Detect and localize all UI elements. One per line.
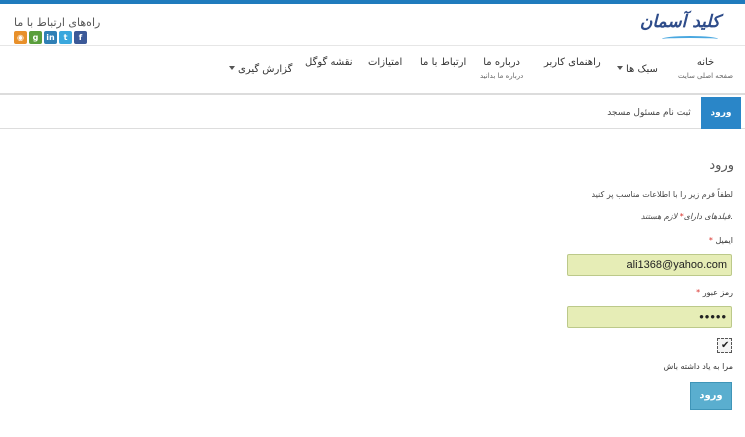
tab-login[interactable]: ورود [701,97,741,129]
chevron-down-icon [617,65,623,70]
facebook-icon[interactable]: f [74,31,87,44]
nav-item-reports[interactable]: گزارش گیری [229,57,292,76]
password-field[interactable]: ••••• [567,306,732,328]
nav-item-styles[interactable]: سبک ها [617,57,658,76]
logo-text: کلید آسمان [639,12,720,32]
nav-item-about[interactable]: درباره ما درباره ما بدانید [480,57,523,80]
nav-item-label: گزارش گیری [238,64,293,75]
nav-item-label: سبک ها [626,64,658,75]
remember-me-label: مرا به یاد داشته باش [663,362,733,371]
nav-item-label: امتیازات [368,57,403,68]
nav-item-google-map[interactable]: نقشه گوگل [305,57,353,68]
nav-item-label: خانه [696,57,715,68]
password-label: * رمز عبور [696,288,733,297]
nav-item-points[interactable]: امتیازات [368,57,402,68]
email-label: * ایمیل [709,236,733,245]
email-label-text: ایمیل [715,236,733,245]
nav-item-label: درباره ما [483,57,521,68]
logo-swoosh [662,36,718,42]
rss-icon[interactable]: ◉ [14,31,27,44]
contact-title: راه‌های ارتباط با ما [14,16,101,29]
main-nav: خانه صفحه اصلی سایت سبک ها راهنمای کاربر… [0,47,745,95]
site-header: راه‌های ارتباط با ما ◉ g in t f کلید آسم… [0,4,745,46]
page-title: ورود [709,158,734,173]
site-logo[interactable]: کلید آسمان [640,10,720,44]
password-label-text: رمز عبور [702,288,733,297]
checkmark-icon: ✔ [721,340,730,351]
required-star: * [708,236,713,245]
nav-item-sublabel: درباره ما بدانید [480,72,524,80]
nav-item-label: راهنمای کاربر [544,57,601,68]
nav-item-user-guide[interactable]: راهنمای کاربر [544,57,601,68]
nav-item-sublabel: صفحه اصلی سایت [678,72,734,80]
nav-item-home[interactable]: خانه صفحه اصلی سایت [678,57,733,80]
required-note-prefix: فیلدهای دارای [683,212,731,221]
auth-tabs: ورود ثبت نام مسئول مسجد [0,97,745,129]
linkedin-icon[interactable]: in [44,31,57,44]
tab-register-mosque-admin[interactable]: ثبت نام مسئول مسجد [604,97,694,129]
remember-me-checkbox[interactable]: ✔ [717,338,732,353]
login-button[interactable]: ورود [690,382,732,410]
required-note: فیلدهای دارای* لازم هستند. [641,212,733,221]
google-plus-icon[interactable]: g [29,31,42,44]
email-field[interactable] [567,254,732,276]
twitter-icon[interactable]: t [59,31,72,44]
chevron-down-icon [229,65,235,70]
form-intro: لطفاً فرم زیر را با اطلاعات مناسب پر کنی… [591,190,733,199]
required-star: * [696,288,701,297]
nav-item-label: نقشه گوگل [305,57,353,68]
nav-item-label: ارتباط با ما [420,57,467,68]
social-links: ◉ g in t f [14,31,87,44]
nav-item-contact[interactable]: ارتباط با ما [420,57,466,68]
